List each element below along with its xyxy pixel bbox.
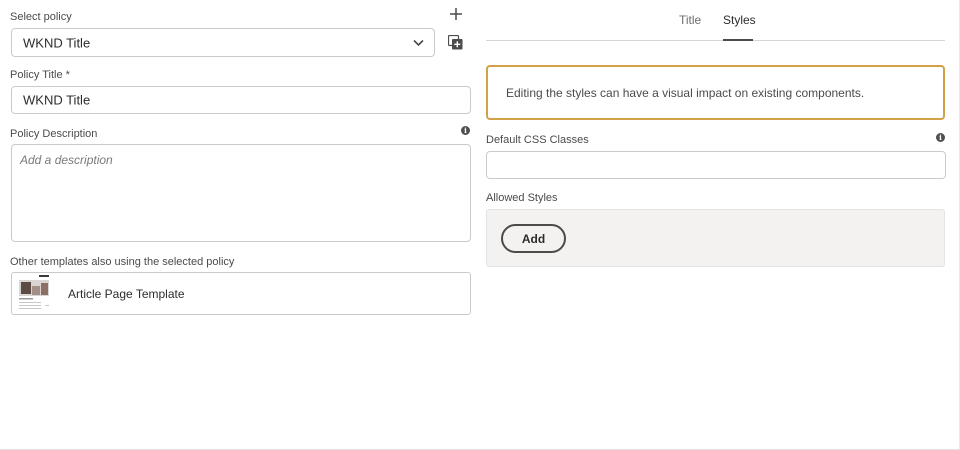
default-css-classes-label: Default CSS Classes xyxy=(486,134,589,146)
policy-description-label: Policy Description xyxy=(10,128,98,140)
default-css-classes-input[interactable] xyxy=(486,151,946,179)
policy-title-value: WKND Title xyxy=(23,92,91,108)
select-policy-label: Select policy xyxy=(10,11,72,23)
info-icon: i xyxy=(936,133,945,142)
policy-description-placeholder: Add a description xyxy=(20,153,113,167)
policy-title-label: Policy Title * xyxy=(10,69,70,81)
allowed-styles-panel: Add xyxy=(486,209,945,267)
tab-title[interactable]: Title xyxy=(679,13,701,27)
duplicate-icon xyxy=(448,35,463,50)
styles-warning-alert: Editing the styles can have a visual imp… xyxy=(486,65,945,120)
tab-styles[interactable]: Styles xyxy=(723,13,756,27)
policy-description-textarea[interactable]: Add a description xyxy=(11,144,471,242)
template-thumbnail xyxy=(13,274,55,314)
policy-dialog: Select policy WKND Title Policy Title * … xyxy=(0,0,960,450)
select-policy-dropdown[interactable]: WKND Title xyxy=(11,28,435,57)
policy-title-input[interactable]: WKND Title xyxy=(11,86,471,114)
add-policy-button[interactable] xyxy=(448,6,464,22)
allowed-styles-label: Allowed Styles xyxy=(486,192,558,204)
active-tab-indicator xyxy=(723,39,753,41)
selected-policy-value: WKND Title xyxy=(23,35,91,50)
duplicate-policy-button[interactable] xyxy=(447,34,464,51)
add-style-button[interactable]: Add xyxy=(501,224,566,253)
plus-icon xyxy=(450,8,462,20)
template-list-item[interactable]: Article Page Template xyxy=(11,272,471,315)
other-templates-label: Other templates also using the selected … xyxy=(10,256,235,268)
info-icon: i xyxy=(461,126,470,135)
template-name: Article Page Template xyxy=(68,286,185,301)
tab-divider xyxy=(486,40,945,41)
chevron-down-icon xyxy=(413,39,424,47)
warning-text: Editing the styles can have a visual imp… xyxy=(506,85,865,100)
